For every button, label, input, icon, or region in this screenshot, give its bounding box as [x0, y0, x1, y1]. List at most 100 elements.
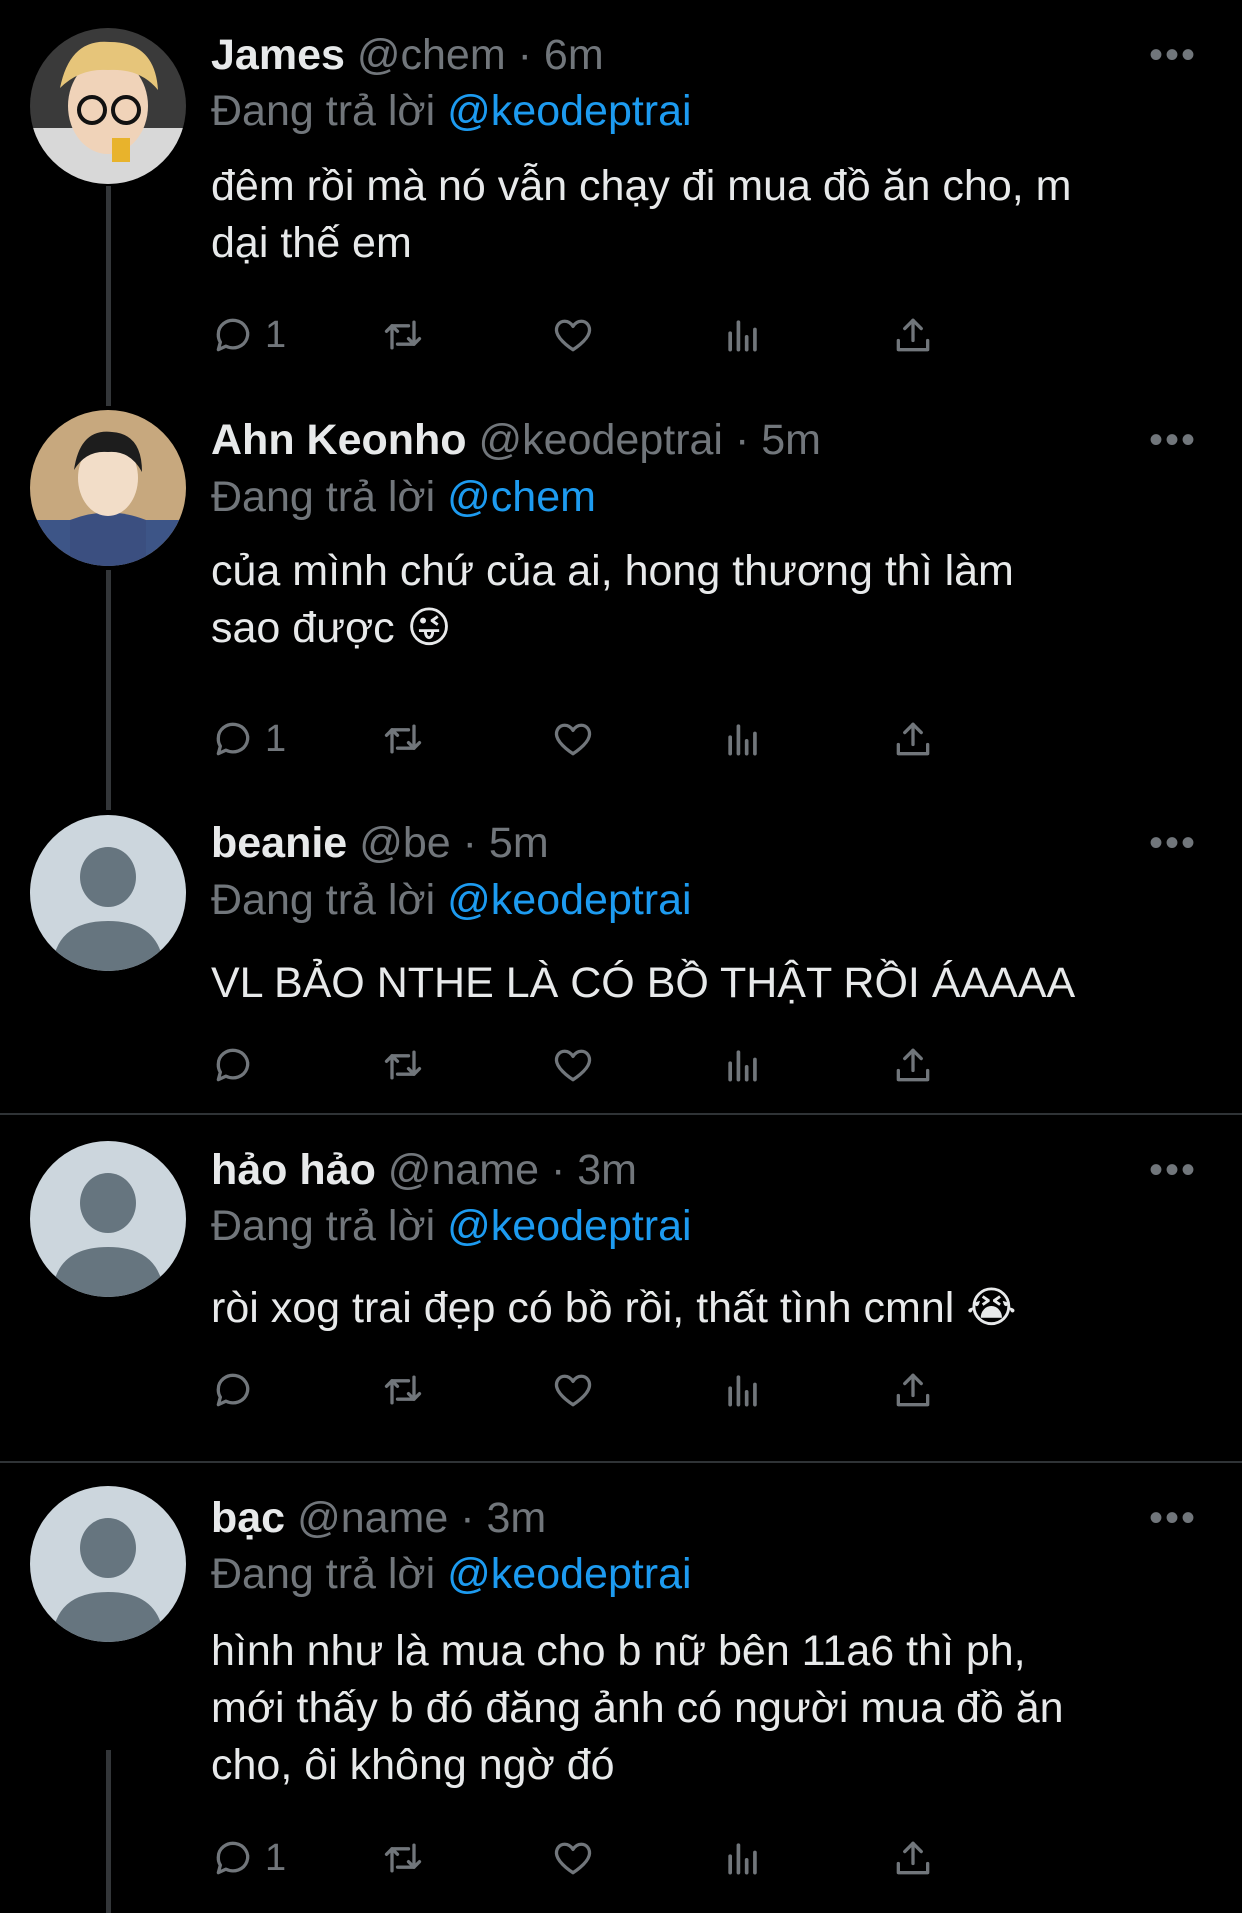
like-button[interactable]: [551, 1833, 595, 1883]
retweet-button[interactable]: [381, 714, 425, 764]
reply-mention[interactable]: @keodeptrai: [447, 876, 691, 924]
views-icon: [721, 1836, 765, 1880]
tweet[interactable]: hảo hảo @name · 3m ••• Đang trả lời @keo…: [0, 1115, 1242, 1462]
retweet-button[interactable]: [381, 310, 425, 360]
reply-count: 1: [265, 313, 287, 356]
handle[interactable]: @name: [297, 1494, 448, 1542]
reply-button[interactable]: 1: [211, 1833, 286, 1883]
reply-context: Đang trả lời @keodeptrai: [211, 1549, 692, 1599]
display-name[interactable]: bạc: [211, 1494, 285, 1542]
reply-button[interactable]: [211, 1040, 265, 1090]
handle[interactable]: @name: [388, 1146, 539, 1194]
reply-context: Đang trả lời @keodeptrai: [211, 875, 692, 925]
reply-icon: [211, 1368, 255, 1412]
tweet-text: VL BẢO NTHE LÀ CÓ BỒ THẬT RỒI ÁAAAA: [211, 959, 1076, 1007]
tweet[interactable]: Ahn Keonho @keodeptrai · 5m ••• Đang trả…: [0, 410, 1242, 810]
more-icon[interactable]: •••: [1149, 35, 1197, 75]
like-icon: [551, 717, 595, 761]
share-icon: [891, 1368, 935, 1412]
avatar[interactable]: [30, 410, 186, 566]
tweet-header: hảo hảo @name · 3m: [211, 1146, 637, 1194]
retweet-button[interactable]: [381, 1040, 425, 1090]
action-bar: [211, 1365, 1091, 1415]
timestamp[interactable]: 3m: [577, 1146, 637, 1194]
views-icon: [721, 313, 765, 357]
share-button[interactable]: [891, 714, 935, 764]
like-icon: [551, 1368, 595, 1412]
share-icon: [891, 1043, 935, 1087]
tweet-header: bạc @name · 3m: [211, 1494, 547, 1542]
default-avatar-icon[interactable]: [30, 815, 186, 971]
timestamp[interactable]: 3m: [487, 1494, 547, 1542]
more-icon[interactable]: •••: [1149, 420, 1197, 460]
default-avatar-icon[interactable]: [30, 1141, 186, 1297]
like-button[interactable]: [551, 714, 595, 764]
timestamp[interactable]: 5m: [489, 819, 549, 867]
like-button[interactable]: [551, 310, 595, 360]
reply-context: Đang trả lời @chem: [211, 472, 596, 522]
reply-icon: [211, 1836, 255, 1880]
reply-mention[interactable]: @keodeptrai: [447, 1202, 691, 1250]
reply-mention[interactable]: @keodeptrai: [447, 1550, 691, 1598]
reply-button[interactable]: 1: [211, 714, 286, 764]
share-icon: [891, 313, 935, 357]
views-icon: [721, 717, 765, 761]
reply-count: 1: [265, 717, 287, 760]
tweet-header: James @chem · 6m: [211, 31, 604, 79]
handle[interactable]: @chem: [357, 31, 506, 79]
share-button[interactable]: [891, 310, 935, 360]
reply-icon: [211, 1043, 255, 1087]
tweet-header: beanie @be · 5m: [211, 819, 549, 867]
reply-prefix: Đang trả lời: [211, 1202, 436, 1250]
reply-button[interactable]: 1: [211, 310, 286, 360]
display-name[interactable]: James: [211, 31, 345, 79]
reply-context: Đang trả lời @keodeptrai: [211, 1201, 692, 1251]
views-button[interactable]: [721, 310, 765, 360]
reply-icon: [211, 313, 255, 357]
retweet-icon: [381, 1368, 425, 1412]
tweet[interactable]: bạc @name · 3m ••• Đang trả lời @keodept…: [0, 1463, 1242, 1913]
more-icon[interactable]: •••: [1149, 1150, 1197, 1190]
timestamp[interactable]: 6m: [544, 31, 604, 79]
retweet-button[interactable]: [381, 1365, 425, 1415]
share-button[interactable]: [891, 1833, 935, 1883]
reply-icon: [211, 717, 255, 761]
retweet-button[interactable]: [381, 1833, 425, 1883]
views-button[interactable]: [721, 1833, 765, 1883]
action-bar: 1: [211, 714, 1091, 764]
more-icon[interactable]: •••: [1149, 1498, 1197, 1538]
handle[interactable]: @be: [359, 819, 450, 867]
display-name[interactable]: hảo hảo: [211, 1146, 376, 1194]
action-bar: 1: [211, 310, 1091, 360]
share-button[interactable]: [891, 1365, 935, 1415]
reply-button[interactable]: [211, 1365, 265, 1415]
reply-mention[interactable]: @chem: [447, 473, 596, 521]
avatar[interactable]: [30, 28, 186, 184]
reply-context: Đang trả lời @keodeptrai: [211, 86, 692, 136]
like-button[interactable]: [551, 1365, 595, 1415]
views-icon: [721, 1043, 765, 1087]
display-name[interactable]: Ahn Keonho: [211, 416, 467, 464]
action-bar: [211, 1040, 1091, 1090]
retweet-icon: [381, 1836, 425, 1880]
like-button[interactable]: [551, 1040, 595, 1090]
share-button[interactable]: [891, 1040, 935, 1090]
display-name[interactable]: beanie: [211, 819, 347, 867]
default-avatar-icon[interactable]: [30, 1486, 186, 1642]
tweet[interactable]: beanie @be · 5m ••• Đang trả lời @keodep…: [0, 810, 1242, 1115]
retweet-icon: [381, 717, 425, 761]
views-button[interactable]: [721, 1365, 765, 1415]
reply-mention[interactable]: @keodeptrai: [447, 87, 691, 135]
views-button[interactable]: [721, 1040, 765, 1090]
handle[interactable]: @keodeptrai: [479, 416, 723, 464]
action-bar: 1: [211, 1833, 1091, 1883]
more-icon[interactable]: •••: [1149, 823, 1197, 863]
tweet-text: của mình chứ của ai, hong thương thì làm…: [211, 547, 1014, 652]
timestamp[interactable]: 5m: [761, 416, 821, 464]
views-button[interactable]: [721, 714, 765, 764]
tweet[interactable]: James @chem · 6m ••• Đang trả lời @keode…: [0, 0, 1242, 410]
reply-count: 1: [265, 1836, 287, 1879]
views-icon: [721, 1368, 765, 1412]
tweet-text: hình như là mua cho b nữ bên 11a6 thì ph…: [211, 1627, 1064, 1789]
like-icon: [551, 1836, 595, 1880]
